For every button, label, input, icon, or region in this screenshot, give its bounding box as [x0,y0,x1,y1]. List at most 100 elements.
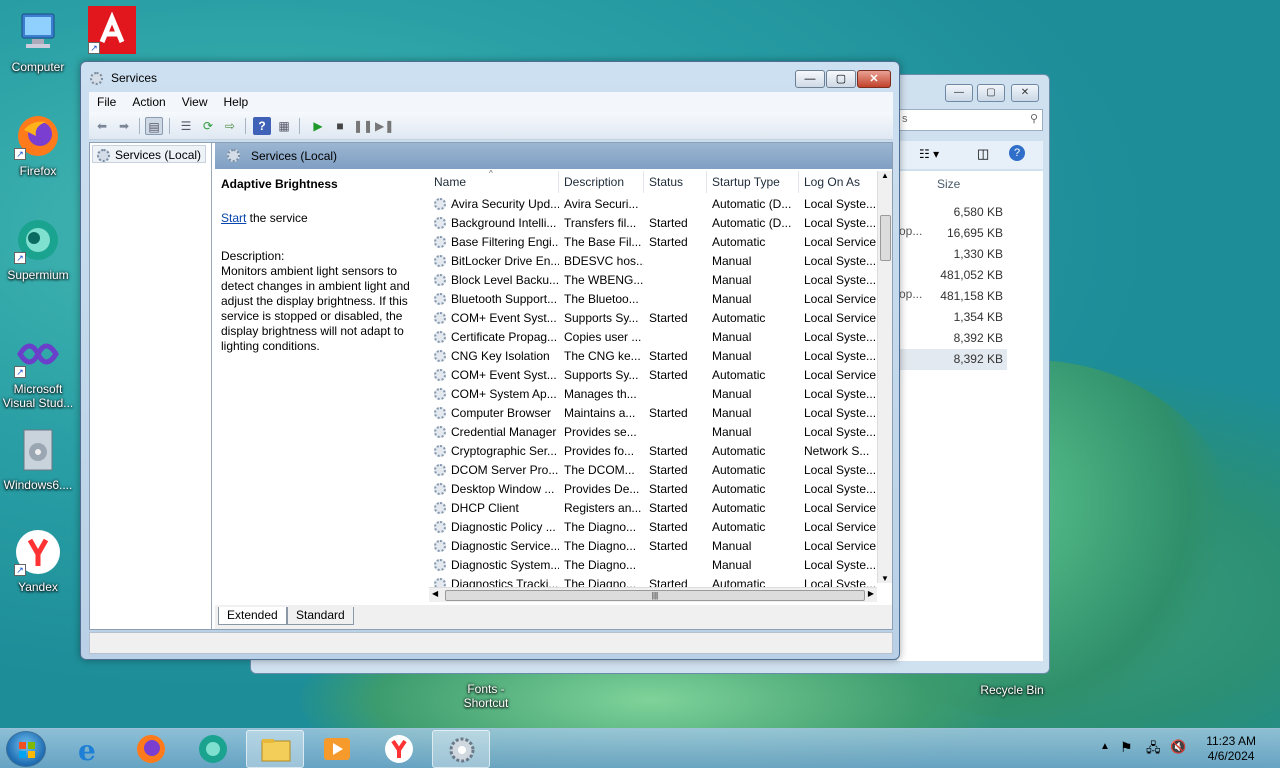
desktop-icon-visual-studio[interactable]: ↗ Microsoft Visual Stud... [0,330,76,410]
show-hide-tree-icon[interactable]: ▤ [145,117,163,135]
service-row[interactable]: Computer Browser Maintains a... Started Man… [429,404,877,423]
view-options-icon[interactable]: ☷ ▾ [919,147,939,161]
service-row[interactable]: Base Filtering Engi... The Base Fil... Sta… [429,233,877,252]
start-button[interactable] [6,731,46,767]
service-description-cell: Supports Sy... [564,311,639,325]
desktop-icon-fonts-shortcut[interactable]: Fonts - Shortcut [448,682,524,710]
horizontal-scroll-thumb[interactable]: ||| [445,590,865,601]
column-header-name[interactable]: Name ^ [429,169,559,193]
service-status-cell: Started [649,520,688,534]
service-row[interactable]: BitLocker Drive En... BDESVC hos... Manual… [429,252,877,271]
service-row[interactable]: Desktop Window ... Provides De... Started A… [429,480,877,499]
taskbar-media-player[interactable] [308,730,366,768]
desktop-icon-firefox[interactable]: ↗ Firefox [0,112,76,178]
restart-service-icon[interactable]: ▶❚ [375,117,394,135]
action-center-flag-icon[interactable]: ⚑ [1120,739,1133,756]
tree-item-services-local[interactable]: Services (Local) [92,145,207,163]
volume-muted-icon[interactable]: 🔇 [1170,739,1186,755]
size-column-header[interactable]: Size [897,173,1043,193]
shortcut-arrow-icon: ↗ [88,42,100,54]
taskbar-firefox[interactable] [122,730,180,768]
maximize-button[interactable]: ▢ [977,84,1005,102]
desktop-icon-yandex[interactable]: ↗ Yandex [0,528,76,594]
service-row[interactable]: Cryptographic Ser... Provides fo... Starte… [429,442,877,461]
service-row[interactable]: Background Intelli... Transfers fil... Sta… [429,214,877,233]
preview-pane-icon[interactable]: ◫ [977,146,989,162]
services-window[interactable]: Services — ▢ ✕ File Action View Help ⬅ ➡ ▤ ☰ … [80,61,900,660]
horizontal-scrollbar[interactable]: ◀ ||| ▶ [429,587,877,602]
action-pane-icon[interactable]: ▦ [275,117,293,135]
service-row[interactable]: Diagnostic Policy ... The Diagno... Starte… [429,518,877,537]
service-row[interactable]: Avira Security Upd... Avira Securi... Auto… [429,195,877,214]
service-row[interactable]: Block Level Backu... The WBENG... Manual Lo… [429,271,877,290]
close-button[interactable]: ✕ [857,70,891,88]
column-header-log-on-as[interactable]: Log On As [799,171,877,193]
scroll-down-icon[interactable]: ▼ [881,574,889,583]
service-row[interactable]: COM+ Event Syst... Supports Sy... Started A… [429,366,877,385]
taskbar-internet-explorer[interactable]: e [60,730,118,768]
taskbar-supermium[interactable] [184,730,242,768]
services-gear-icon [227,149,240,162]
desktop-icon-supermium[interactable]: ↗ Supermium [0,216,76,282]
desktop-icon-computer[interactable]: Computer [0,8,76,74]
service-row[interactable]: Bluetooth Support... The Bluetoo... Manual… [429,290,877,309]
column-header-description[interactable]: Description [559,171,644,193]
service-startup-cell: Automatic [712,368,766,382]
service-row[interactable]: Diagnostic Service... The Diagno... Starte… [429,537,877,556]
service-row[interactable]: CNG Key Isolation The CNG ke... Started Man… [429,347,877,366]
minimize-button[interactable]: — [945,84,973,102]
search-input[interactable]: s ⚲ [897,109,1043,131]
back-icon[interactable]: ⬅ [93,117,111,135]
scroll-right-icon[interactable]: ▶ [868,589,874,598]
pause-service-icon[interactable]: ❚❚ [353,117,373,135]
close-button[interactable]: ✕ [1011,84,1039,102]
tab-standard[interactable]: Standard [287,607,354,625]
desktop-icon-recycle-bin[interactable]: Recycle Bin [974,683,1050,697]
forward-icon[interactable]: ➡ [115,117,133,135]
system-clock[interactable]: 11:23 AM 4/6/2024 [1206,734,1256,764]
refresh-icon[interactable]: ⟳ [199,117,217,135]
service-description-cell: Provides se... [564,425,637,439]
vertical-scroll-thumb[interactable] [880,215,891,261]
properties-list-icon[interactable]: ☰ [177,117,195,135]
menu-help[interactable]: Help [216,92,257,112]
tab-extended[interactable]: Extended [218,607,287,625]
stop-service-icon[interactable]: ■ [331,117,349,135]
services-list[interactable]: Name ^ Description Status Startup Type L… [429,169,892,605]
vertical-scrollbar[interactable]: ▲ ▼ [877,171,892,583]
desktop-icon-windows6[interactable]: Windows6.... [0,426,76,492]
desktop-icon-avira[interactable]: ↗ [74,6,150,58]
start-service-link[interactable]: Start [221,211,246,225]
scroll-left-icon[interactable]: ◀ [432,589,438,598]
menu-file[interactable]: File [89,92,124,112]
start-service-icon[interactable]: ▶ [309,117,327,135]
menu-view[interactable]: View [174,92,216,112]
service-description-cell: The Diagno... [564,520,637,534]
service-name-cell: Desktop Window ... [451,482,555,496]
service-detail-panel: Adaptive Brightness Start the service De… [215,169,427,605]
service-startup-cell: Manual [712,273,752,287]
minimize-button[interactable]: — [795,70,825,88]
export-list-icon[interactable]: ⇨ [221,117,239,135]
show-hidden-icons-icon[interactable]: ▲ [1100,741,1110,752]
service-row[interactable]: Diagnostic System... The Diagno... Manual L… [429,556,877,575]
help-book-icon[interactable]: ? [253,117,271,135]
taskbar-yandex[interactable] [370,730,428,768]
service-row[interactable]: COM+ Event Syst... Supports Sy... Started A… [429,309,877,328]
menu-action[interactable]: Action [124,92,173,112]
service-row[interactable]: DCOM Server Pro... The DCOM... Started Auto… [429,461,877,480]
help-icon[interactable]: ? [1009,145,1025,161]
network-icon[interactable]: 🖧 [1146,739,1161,761]
service-row[interactable]: Credential Manager Provides se... Manual Lo… [429,423,877,442]
toolbar-separator [299,118,300,134]
maximize-button[interactable]: ▢ [826,70,856,88]
column-header-status[interactable]: Status [644,171,707,193]
scroll-up-icon[interactable]: ▲ [881,171,889,180]
service-row[interactable]: DHCP Client Registers an... Started Automat… [429,499,877,518]
column-header-startup-type[interactable]: Startup Type [707,171,799,193]
taskbar-services[interactable] [432,730,490,768]
taskbar-explorer[interactable] [246,730,304,768]
service-row[interactable]: COM+ System Ap... Manages th... Manual Loca… [429,385,877,404]
service-name-cell: COM+ Event Syst... [451,368,557,382]
service-row[interactable]: Certificate Propag... Copies user ... Manu… [429,328,877,347]
